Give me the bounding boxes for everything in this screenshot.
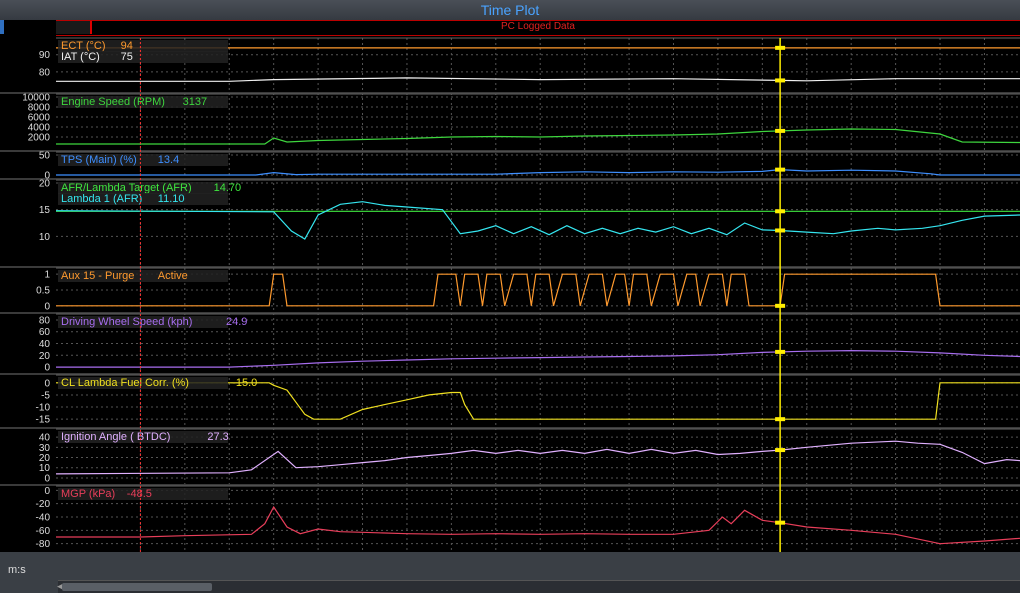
legend-series-name: CL Lambda Fuel Corr. (%) <box>61 377 189 389</box>
series-line <box>56 168 1020 176</box>
y-tick-label: 40 <box>39 339 51 350</box>
legend-series-name: Aux 15 - Purge <box>61 270 134 282</box>
series-line <box>56 128 1020 145</box>
y-tick-label: 20 <box>39 351 51 362</box>
legend-series-name: TPS (Main) (%) <box>61 154 137 166</box>
y-tick-label: 60 <box>39 327 51 338</box>
legend-series-name: MGP (kPa) <box>61 488 115 500</box>
y-tick-label: -40 <box>36 513 51 524</box>
y-tick-label: 0 <box>44 301 50 312</box>
legend-series-name: Driving Wheel Speed (kph) <box>61 316 192 328</box>
y-tick-label: 0 <box>44 363 50 374</box>
series-line <box>56 77 1020 82</box>
legend-series-value: 14.70 <box>214 182 242 194</box>
legend-series-value: 3137 <box>183 96 207 108</box>
legend-series-value: 13.4 <box>158 154 179 166</box>
legend-series-value: 27.3 <box>207 431 228 443</box>
legend-series-value: -48.5 <box>127 488 152 500</box>
time-axis-bar: m:s ◀ <box>0 552 1020 593</box>
y-tick-label: -5 <box>41 390 50 401</box>
series-line <box>55 201 1020 240</box>
horizontal-scrollbar[interactable]: ◀ <box>57 580 1020 593</box>
y-tick-label: 2000 <box>28 133 51 144</box>
y-tick-label: 0.5 <box>36 286 50 297</box>
time-unit-label: m:s <box>8 564 26 576</box>
legend-series-value: -15.0 <box>232 377 257 389</box>
y-tick-label: 1 <box>44 270 50 281</box>
time-plot-chart[interactable]: 9080ECT (°C) 94IAT (°C) 751000080006000400… <box>0 0 1020 593</box>
y-tick-label: 80 <box>39 67 51 78</box>
legend-series-name: Engine Speed (RPM) <box>61 96 165 108</box>
series-line <box>56 349 1020 368</box>
legend-series-value: Active <box>158 270 188 282</box>
y-tick-label: 0 <box>44 378 50 389</box>
y-tick-label: 0 <box>44 473 50 484</box>
y-tick-label: -60 <box>36 526 51 537</box>
y-tick-label: 10 <box>39 232 51 243</box>
y-tick-label: -20 <box>36 499 51 510</box>
y-tick-label: 0 <box>44 486 50 497</box>
legend-series-value: 75 <box>121 51 133 63</box>
y-tick-label: -10 <box>36 403 51 414</box>
y-tick-label: 90 <box>39 50 51 61</box>
y-tick-label: 15 <box>39 205 51 216</box>
y-tick-label: -15 <box>36 415 51 426</box>
legend-series-name: Lambda 1 (AFR) <box>61 193 142 205</box>
series-line <box>56 505 1020 545</box>
legend-series-name: IAT (°C) <box>61 51 100 63</box>
legend-series-value: 24.9 <box>226 316 247 328</box>
legend-series-value: 11.10 <box>158 193 185 205</box>
y-tick-label: 20 <box>39 179 51 190</box>
y-tick-label: -80 <box>36 539 51 550</box>
y-tick-label: 80 <box>39 315 51 326</box>
y-tick-label: 50 <box>39 151 51 162</box>
scrollbar-thumb[interactable] <box>62 583 212 591</box>
legend-series-name: Ignition Angle ( BTDC) <box>61 431 170 443</box>
